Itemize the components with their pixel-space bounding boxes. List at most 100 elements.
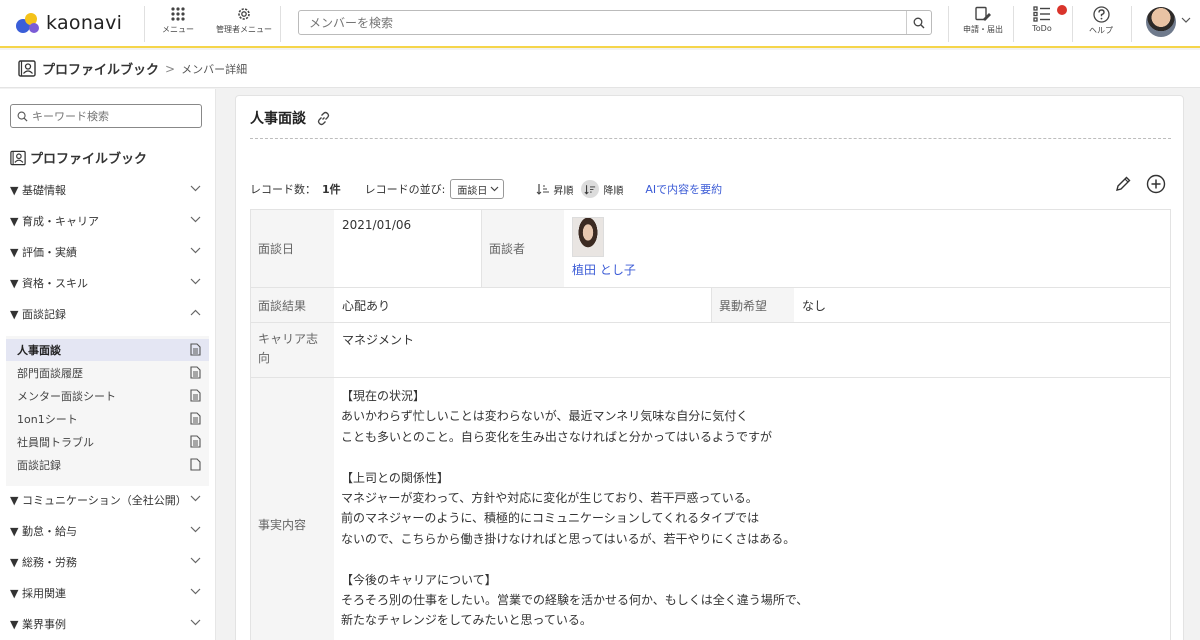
table-row: 事実内容 【現在の状況】 あいかわらず忙しいことは変わらないが、最近マンネリ気味… (251, 378, 1170, 640)
add-circle-icon[interactable] (1146, 174, 1166, 194)
transfer-request-value: なし (802, 299, 827, 313)
member-search-input[interactable] (299, 11, 906, 34)
help-button[interactable]: ヘルプ (1085, 6, 1117, 42)
sidebar-category-communication[interactable]: ▼ コミュニケーション（全社公開） (0, 486, 216, 514)
chevron-down-icon[interactable] (1181, 17, 1191, 23)
sidebar-search-box (10, 104, 202, 128)
logo-text: kaonavi (46, 12, 123, 34)
field-label: 事実内容 (251, 378, 334, 640)
sidebar-category-industry-cases[interactable]: ▼ 業界事例 (0, 610, 216, 638)
sort-ascending-icon (536, 184, 550, 195)
sidebar-item-label: 人事面談 (17, 344, 61, 357)
content-line: 【上司との関係性】 (341, 470, 449, 485)
kaonavi-logo[interactable]: kaonavi (16, 10, 122, 36)
sidebar-category-interview-records[interactable]: ▼ 面談記録 (0, 300, 216, 328)
ascending-label: 昇順 (553, 185, 574, 197)
table-row: 面談日 2021/01/06 面談者 植田 とし子 (251, 210, 1170, 288)
sidebar-heading-label: プロファイルブック (30, 152, 148, 167)
record-count-label: レコード数： (250, 183, 316, 196)
chevron-down-icon (190, 619, 201, 626)
top-navigation-bar: kaonavi メニュー 管理者メニュー 申請・届出 (0, 0, 1200, 48)
sidebar-item-mentor-sheet[interactable]: メンター面談シート (6, 385, 209, 407)
content-line: 新たなチャレンジをしてみたいと思っている。 (341, 613, 592, 628)
chevron-down-icon (490, 186, 499, 192)
chevron-down-icon (190, 278, 201, 285)
sidebar-category-qualifications[interactable]: ▼ 資格・スキル (0, 269, 216, 297)
category-label: ▼ コミュニケーション（全社公開） (10, 494, 187, 507)
menu-button[interactable]: メニュー (160, 6, 196, 42)
sidebar-item-dept-interview-history[interactable]: 部門面談履歴 (6, 362, 209, 384)
sidebar-category-basic-info[interactable]: ▼ 基礎情報 (0, 176, 216, 204)
sidebar-item-employee-trouble[interactable]: 社員間トラブル (6, 431, 209, 453)
sidebar-category-general-affairs[interactable]: ▼ 総務・労務 (0, 548, 216, 576)
divider (948, 6, 949, 42)
descending-label: 降順 (603, 185, 624, 197)
field-label: キャリア志向 (251, 323, 334, 377)
divider (144, 6, 145, 42)
sort-descending-button[interactable]: 降順 (581, 180, 623, 198)
sidebar-category-evaluation[interactable]: ▼ 評価・実績 (0, 238, 216, 266)
interview-result-value: 心配あり (342, 299, 391, 313)
document-icon (190, 389, 201, 402)
sidebar-item-hr-interview[interactable]: 人事面談 (6, 339, 209, 361)
breadcrumb-profile-book[interactable]: プロファイルブック (42, 59, 159, 78)
breadcrumb-current: メンバー詳細 (181, 62, 248, 76)
chevron-down-icon (190, 216, 201, 223)
sidebar-item-label: 部門面談履歴 (17, 367, 83, 380)
sidebar-item-interview-record[interactable]: 面談記録 (6, 454, 209, 476)
interviewer-name-link[interactable]: 植田 とし子 (572, 261, 636, 278)
page-title: 人事面談 (250, 108, 331, 128)
document-icon (190, 435, 201, 448)
search-icon (17, 111, 28, 122)
page-title-text: 人事面談 (250, 111, 306, 127)
admin-menu-button[interactable]: 管理者メニュー (212, 6, 276, 42)
chevron-down-icon (190, 557, 201, 564)
category-label: ▼ 評価・実績 (10, 246, 77, 259)
record-count-value: 1件 (322, 183, 341, 196)
category-label: ▼ 基礎情報 (10, 184, 66, 197)
search-button[interactable] (906, 11, 931, 34)
sort-ascending-button[interactable]: 昇順 (536, 182, 573, 197)
sidebar-category-attendance-salary[interactable]: ▼ 勤怠・給与 (0, 517, 216, 545)
document-icon (190, 412, 201, 425)
admin-menu-label: 管理者メニュー (216, 25, 272, 34)
member-search-box (298, 10, 932, 35)
category-label: ▼ 面談記録 (10, 308, 66, 321)
career-orientation-value: マネジメント (342, 333, 415, 347)
gear-icon (238, 8, 250, 20)
todo-button[interactable]: ToDo (1024, 6, 1060, 42)
field-label: 面談者 (481, 210, 564, 287)
user-avatar[interactable] (1146, 7, 1176, 37)
requests-button[interactable]: 申請・届出 (958, 6, 1008, 42)
profile-book-icon (18, 60, 36, 77)
sidebar-heading: プロファイルブック (10, 148, 147, 167)
sort-order-label: レコードの並び: (364, 183, 446, 196)
table-row: 面談結果 心配あり 異動希望 なし (251, 288, 1170, 323)
sidebar-item-1on1-sheet[interactable]: 1on1シート (6, 408, 209, 430)
keyword-search-input[interactable] (32, 109, 192, 123)
profile-book-icon (10, 150, 26, 165)
chevron-down-icon (190, 247, 201, 254)
sort-field-select[interactable]: 面談日 (450, 179, 505, 199)
ai-summary-link[interactable]: AIで内容を要約 (645, 181, 722, 197)
document-icon (190, 343, 201, 356)
record-toolbar: レコード数： 1件 レコードの並び: 面談日 昇順 降順 AIで内容を要約 (250, 178, 1171, 200)
todo-label: ToDo (1032, 24, 1052, 33)
content-line (341, 447, 808, 467)
record-panel: 人事面談 レコード数： 1件 レコードの並び: 面談日 昇順 降順 AIで内容を… (235, 95, 1184, 640)
interviewer-photo (572, 217, 604, 257)
chevron-down-icon (190, 526, 201, 533)
interview-records-submenu: 人事面談 部門面談履歴 メンター面談シート 1on1シート 社員間トラブル 面談… (6, 336, 209, 486)
link-icon[interactable] (316, 111, 331, 126)
sidebar-category-recruitment[interactable]: ▼ 採用関連 (0, 579, 216, 607)
descending-active-indicator (581, 180, 600, 198)
category-label: ▼ 総務・労務 (10, 556, 77, 569)
interview-content-text: 【現在の状況】 あいかわらず忙しいことは変わらないが、最近マンネリ気味な自分に気… (341, 386, 808, 631)
sidebar-category-training-career[interactable]: ▼ 育成・キャリア (0, 207, 216, 235)
category-label: ▼ 育成・キャリア (10, 215, 99, 228)
content-line: マネジャーが変わって、方針や対応に変化が生じており、若干戸惑っている。 (341, 490, 758, 505)
chevron-down-icon (190, 185, 201, 192)
edit-pencil-icon[interactable] (1114, 175, 1132, 193)
field-label: 面談結果 (251, 288, 334, 322)
help-icon (1092, 6, 1110, 23)
